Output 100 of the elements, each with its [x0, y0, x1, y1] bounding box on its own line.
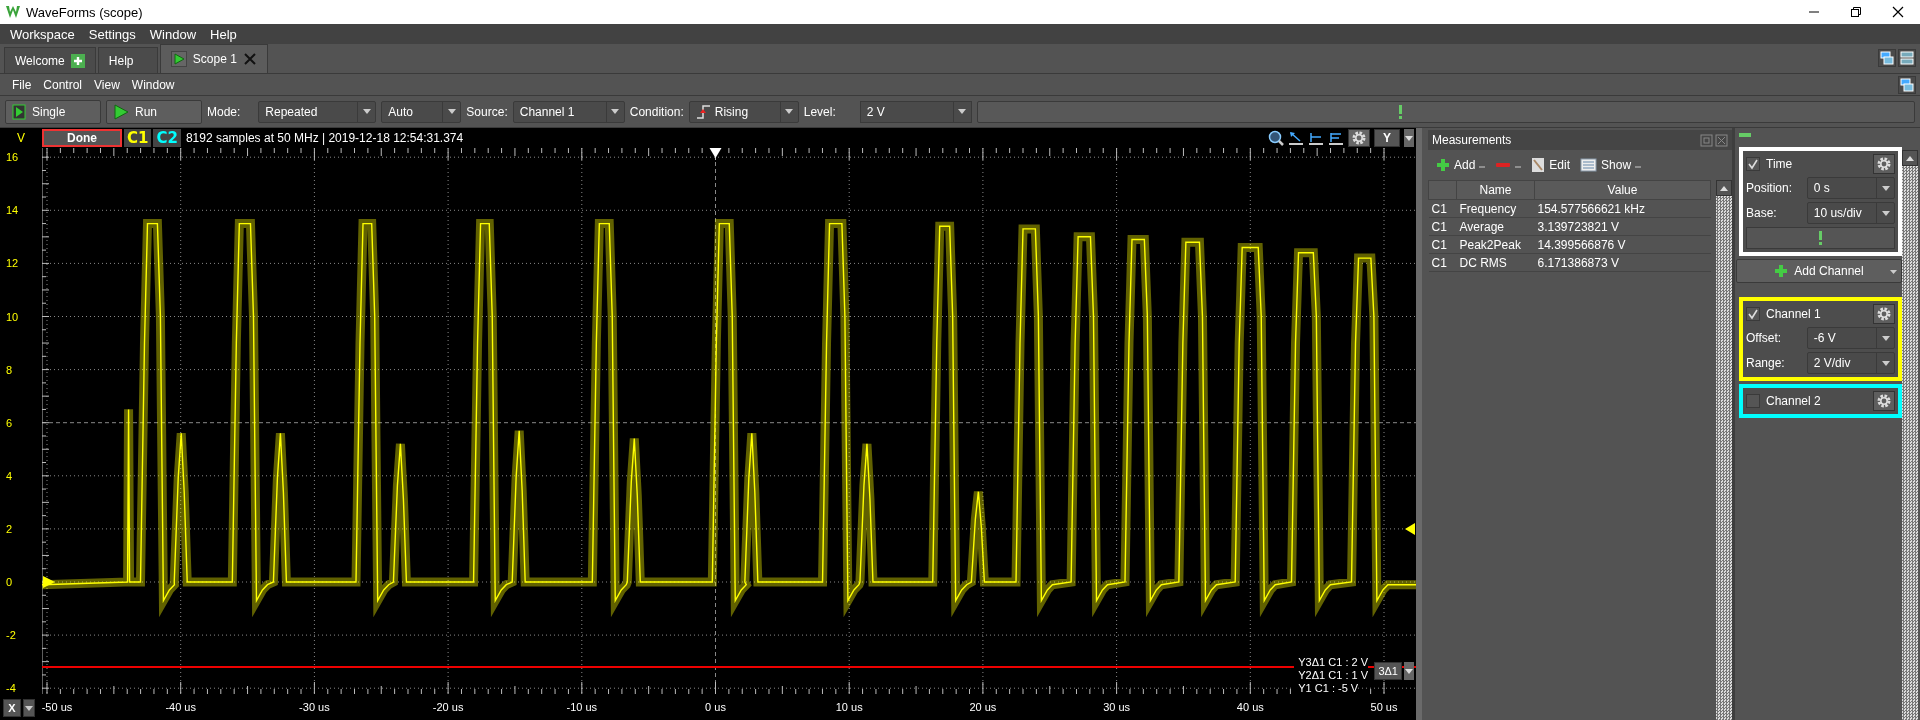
window-title: WaveForms (scope) [26, 4, 143, 20]
value-dropdown[interactable]: 0 s [1806, 177, 1895, 199]
caret-icon [957, 107, 968, 116]
y-axis-button[interactable]: Y [1374, 129, 1400, 147]
axis-tick-label: -30 us [299, 701, 330, 713]
axis-tick-label: -4 [6, 682, 16, 695]
scroll-up-icon[interactable] [1905, 154, 1915, 162]
caret-icon [1880, 208, 1891, 218]
status-button[interactable]: Done [42, 129, 122, 147]
stack-windows-icon[interactable] [1880, 51, 1894, 65]
cursor-line[interactable] [42, 666, 1416, 668]
caret-icon [24, 703, 34, 713]
checkbox[interactable] [1746, 157, 1760, 171]
field-label: Position: [1746, 181, 1794, 195]
level-field[interactable]: 2 V [859, 100, 972, 123]
scroll-up-icon[interactable] [1719, 184, 1729, 192]
menu-item[interactable]: Workspace [10, 26, 75, 42]
pencil-icon [1531, 157, 1546, 173]
windows-icon[interactable] [1900, 78, 1914, 92]
acquisition-info: 8192 samples at 50 MHz | 2019-12-18 12:54:31.374 [185, 131, 464, 145]
add-button[interactable]: Add [1436, 158, 1486, 172]
rising-edge-icon [695, 103, 711, 120]
caret-icon [446, 107, 457, 116]
zoom-icon[interactable] [1268, 130, 1284, 146]
logo-icon [6, 5, 20, 19]
table-cell: C1 [1428, 199, 1457, 218]
trigger-level-icon[interactable] [1405, 522, 1415, 535]
settings-button[interactable] [1873, 391, 1895, 411]
unit-label: V [16, 131, 26, 145]
cursor-icon[interactable] [1288, 130, 1304, 146]
show-button[interactable]: Show [1580, 157, 1642, 173]
tab[interactable]: Help [97, 47, 158, 73]
axis-tick-label: -2 [6, 629, 16, 642]
offset-marker-icon[interactable] [43, 576, 55, 588]
menu-item[interactable]: Settings [88, 26, 136, 42]
axis-tick-label: 12 [6, 257, 19, 270]
caret-icon[interactable] [1404, 662, 1414, 680]
source-dropdown[interactable]: Channel 1 [512, 100, 625, 123]
checkbox[interactable] [1746, 394, 1760, 408]
marker-icon [1398, 104, 1404, 119]
run-button[interactable]: Run [106, 99, 202, 124]
add-channel-button[interactable]: Add Channel [1736, 259, 1902, 283]
settings-button[interactable] [1873, 304, 1895, 324]
axis-tick-label: 20 us [969, 701, 997, 713]
condition-dropdown[interactable]: Rising [688, 100, 799, 123]
mode-dropdown[interactable]: Repeated [258, 100, 377, 123]
menu-item[interactable]: Help [210, 26, 237, 42]
column-header[interactable]: Name [1456, 180, 1535, 200]
channel-toggle[interactable]: C1 [124, 129, 152, 147]
split-windows-icon[interactable] [1900, 51, 1914, 65]
field-label: Offset: [1746, 331, 1783, 345]
menu-item[interactable]: Window [149, 26, 197, 42]
checkmark-icon [1747, 308, 1759, 320]
table-cell: C1 [1428, 235, 1457, 254]
value-dropdown[interactable]: 2 V/div [1806, 352, 1895, 374]
close-icon[interactable] [1892, 6, 1904, 18]
trigger-position-icon[interactable] [709, 148, 722, 158]
table-cell: Peak2Peak [1456, 235, 1535, 254]
restore-icon[interactable] [1850, 6, 1862, 18]
axis-tick-label: 16 [6, 151, 19, 164]
card-title: Time [1766, 157, 1793, 171]
table-cell: C1 [1428, 217, 1457, 236]
trigger-type-dropdown[interactable]: Auto [381, 100, 462, 123]
edit-button[interactable]: Edit [1531, 157, 1571, 173]
settings-button[interactable] [1348, 129, 1370, 147]
single-button[interactable]: Single [5, 99, 101, 124]
table-cell: 154.577566621 kHz [1534, 199, 1711, 218]
value-dropdown[interactable]: -6 V [1806, 327, 1895, 349]
play-icon [113, 103, 129, 120]
axis-tick-label: 40 us [1236, 701, 1264, 713]
field-label: Base: [1746, 206, 1778, 220]
axis-tick-label: 0 us [705, 701, 726, 713]
axis-tick-label: 30 us [1103, 701, 1131, 713]
caret-icon[interactable] [1404, 129, 1414, 147]
field-label: Range: [1746, 356, 1786, 370]
menu-item[interactable]: View [94, 77, 120, 92]
plus-icon [1774, 264, 1789, 278]
menu-item[interactable]: Control [43, 77, 83, 92]
axis-tick-label: 4 [6, 469, 13, 482]
card-title: Channel 1 [1766, 307, 1821, 321]
channel-toggle[interactable]: C2 [153, 129, 181, 147]
cursor-icon[interactable] [1308, 130, 1324, 146]
axis-tick-label: 10 us [835, 701, 863, 713]
axis-tick-label: 0 [6, 576, 13, 588]
caret-icon [1880, 333, 1891, 343]
value-dropdown[interactable]: 10 us/div [1806, 202, 1895, 224]
column-header[interactable]: Value [1534, 180, 1711, 200]
tab[interactable]: Welcome [4, 47, 96, 73]
mode-label: Mode: [207, 104, 241, 119]
cursor-button[interactable]: 3Δ1 [1374, 662, 1402, 680]
menu-item[interactable]: Window [131, 77, 175, 92]
settings-button[interactable] [1873, 154, 1895, 174]
tab[interactable]: Scope 1 [159, 44, 268, 73]
x-axis-button[interactable]: X [3, 699, 21, 717]
checkbox[interactable] [1746, 307, 1760, 321]
axis-tick-label: 2 [6, 522, 13, 535]
cursor-icon[interactable] [1328, 130, 1344, 146]
menu-item[interactable]: File [12, 77, 32, 92]
axis-tick-label: 50 us [1370, 701, 1398, 713]
axis-tick-label: -50 us [41, 701, 73, 713]
